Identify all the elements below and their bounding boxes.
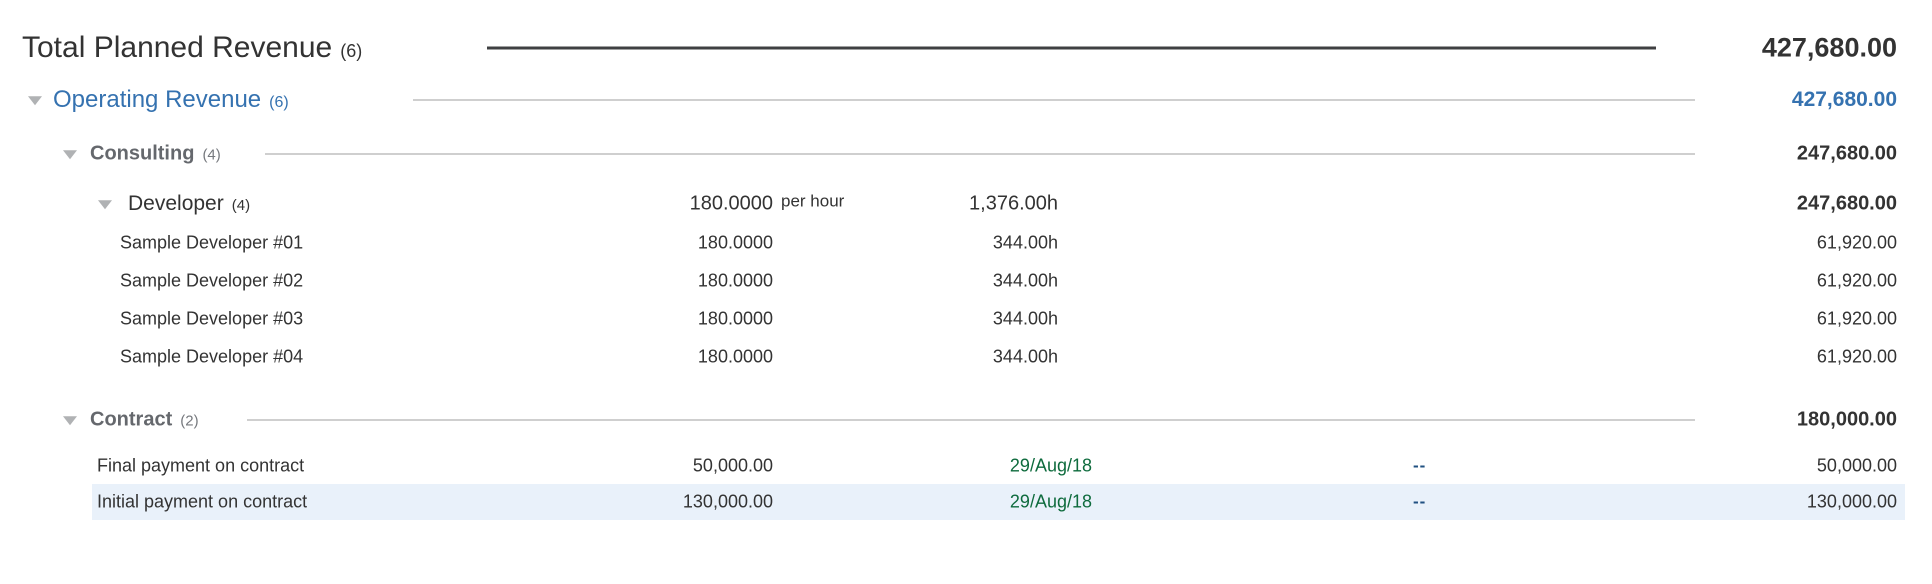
hourly-rate: 180.0000: [690, 193, 773, 216]
planned-revenue-table: Total Planned Revenue (6) 427,680.00 Oper…: [0, 26, 1932, 520]
row-label: Contract: [90, 409, 172, 431]
member-hours: 344.00h: [993, 233, 1058, 254]
collapse-caret-icon[interactable]: [63, 416, 77, 425]
row-initial-payment[interactable]: Initial payment on contract 130,000.00 2…: [0, 484, 1932, 520]
row-sample-developer-02[interactable]: Sample Developer #02 180.0000 344.00h 61…: [0, 262, 1932, 300]
total-planned-revenue-title: Total Planned Revenue (6): [22, 31, 362, 65]
member-label: Sample Developer #02: [120, 271, 303, 292]
item-count-badge: (6): [340, 41, 362, 61]
row-developer[interactable]: Developer (4) 180.0000 per hour 1,376.00h…: [0, 184, 1932, 224]
contract-group-title: Contract (2): [90, 409, 199, 432]
item-count-badge: (4): [202, 147, 220, 164]
row-operating-revenue[interactable]: Operating Revenue (6) 427,680.00: [0, 78, 1932, 122]
payment-value: 130,000.00: [683, 492, 773, 513]
row-sample-developer-01[interactable]: Sample Developer #01 180.0000 344.00h 61…: [0, 224, 1932, 262]
total-amount: 427,680.00: [1762, 33, 1897, 64]
row-sample-developer-03[interactable]: Sample Developer #03 180.0000 344.00h 61…: [0, 300, 1932, 338]
member-label: Sample Developer #04: [120, 347, 303, 368]
row-highlight: [92, 484, 1905, 520]
payment-label: Final payment on contract: [97, 456, 304, 477]
empty-value-marker: --: [1413, 492, 1426, 512]
member-hours: 344.00h: [993, 271, 1058, 292]
member-amount: 61,920.00: [1817, 233, 1897, 254]
item-count-badge: (6): [269, 94, 289, 111]
group-amount: 180,000.00: [1797, 409, 1897, 432]
leader-line: [247, 419, 1695, 421]
payment-value: 50,000.00: [693, 456, 773, 477]
operating-revenue-title: Operating Revenue (6): [53, 86, 289, 114]
row-contract[interactable]: Contract (2) 180,000.00: [0, 400, 1932, 440]
member-amount: 61,920.00: [1817, 309, 1897, 330]
hourly-rate: 180.0000: [698, 233, 773, 254]
payment-label: Initial payment on contract: [97, 492, 307, 513]
hourly-rate: 180.0000: [698, 347, 773, 368]
rate-unit-label: per hour: [781, 192, 844, 212]
collapse-caret-icon[interactable]: [28, 96, 42, 105]
row-label: Operating Revenue: [53, 86, 261, 113]
payment-amount: 50,000.00: [1817, 456, 1897, 477]
leader-line: [487, 47, 1656, 50]
payment-date: 29/Aug/18: [1010, 492, 1092, 513]
payment-date: 29/Aug/18: [1010, 456, 1092, 477]
row-label: Developer: [128, 192, 224, 215]
hourly-rate: 180.0000: [698, 309, 773, 330]
payment-amount: 130,000.00: [1807, 492, 1897, 513]
consulting-group-title: Consulting (4): [90, 143, 221, 166]
item-count-badge: (4): [232, 197, 250, 214]
group-amount: 247,680.00: [1797, 143, 1897, 166]
row-final-payment[interactable]: Final payment on contract 50,000.00 29/A…: [0, 448, 1932, 484]
item-count-badge: (2): [180, 413, 198, 430]
total-hours: 1,376.00h: [969, 193, 1058, 216]
member-amount: 61,920.00: [1817, 347, 1897, 368]
empty-value-marker: --: [1413, 456, 1426, 476]
hourly-rate: 180.0000: [698, 271, 773, 292]
member-hours: 344.00h: [993, 309, 1058, 330]
collapse-caret-icon[interactable]: [98, 200, 112, 209]
member-amount: 61,920.00: [1817, 271, 1897, 292]
row-sample-developer-04[interactable]: Sample Developer #04 180.0000 344.00h 61…: [0, 338, 1932, 376]
leader-line: [265, 153, 1695, 155]
developer-role-title: Developer (4): [128, 192, 250, 216]
row-total-planned-revenue: Total Planned Revenue (6) 427,680.00: [0, 26, 1932, 70]
row-label: Consulting: [90, 143, 194, 165]
member-label: Sample Developer #03: [120, 309, 303, 330]
row-label: Total Planned Revenue: [22, 31, 332, 64]
row-consulting[interactable]: Consulting (4) 247,680.00: [0, 134, 1932, 174]
category-amount: 427,680.00: [1792, 88, 1897, 112]
leader-line: [413, 99, 1695, 101]
role-amount: 247,680.00: [1797, 193, 1897, 216]
member-label: Sample Developer #01: [120, 233, 303, 254]
member-hours: 344.00h: [993, 347, 1058, 368]
collapse-caret-icon[interactable]: [63, 150, 77, 159]
